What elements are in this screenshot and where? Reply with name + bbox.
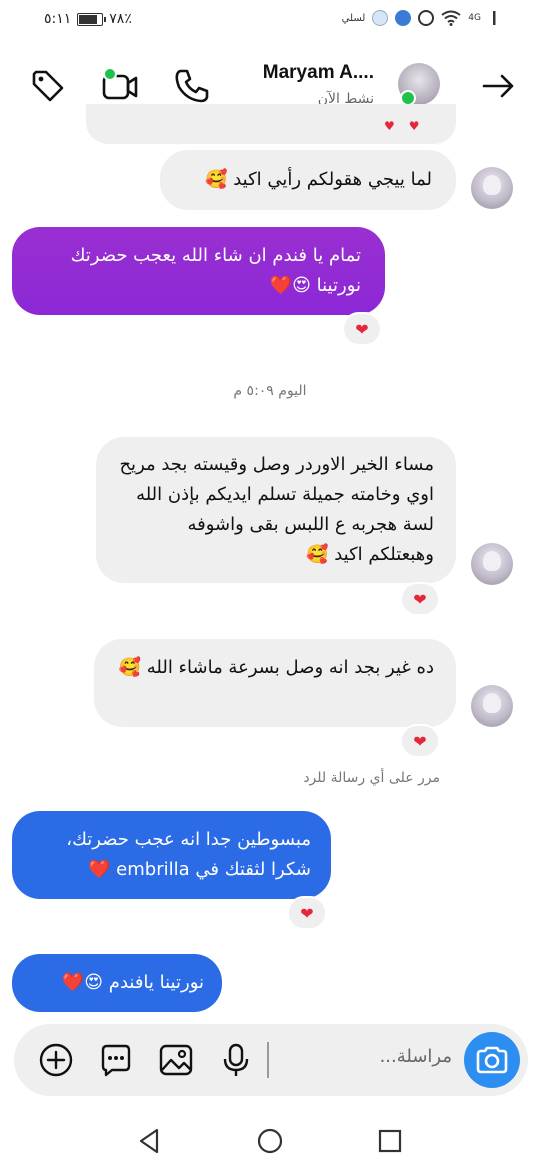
message-emoji: 🥰 (205, 169, 228, 190)
camera-button[interactable] (464, 1032, 520, 1088)
reaction-heart[interactable]: ❤ (342, 312, 382, 346)
notification-icon (372, 10, 389, 26)
message-text: لما ييجي هقولكم رأيي اكيد (233, 169, 432, 190)
add-icon[interactable] (38, 1042, 74, 1078)
reaction-value: ❤ (300, 903, 314, 923)
message-emoji: 😍❤️ (269, 275, 311, 296)
status-left: ٥:١١ ٧٨٪ (44, 11, 132, 27)
nav-home-icon[interactable] (255, 1126, 285, 1156)
date-separator: اليوم ٥:٠٩ م (233, 383, 307, 399)
reaction-value: ❤ (413, 731, 427, 751)
chat-bubble-icon[interactable] (98, 1042, 134, 1078)
message-emoji: 😍❤️ (61, 972, 104, 993)
message-bubble-outgoing[interactable]: مبسوطين جدا انه عجب حضرتك، شكرا لثقتك في… (12, 811, 331, 899)
phone-icon[interactable] (172, 66, 212, 106)
app-notification-icon (395, 10, 412, 26)
wifi-icon (441, 10, 461, 26)
message-emoji: 🥰 (118, 657, 141, 678)
sender-avatar[interactable] (471, 685, 513, 727)
message-emoji: 🥰 (306, 544, 329, 565)
message-text: مساء الخير الاوردر وصل وقيسته بجد مريح ا… (119, 454, 434, 565)
sender-avatar[interactable] (471, 543, 513, 585)
system-nav-bar (0, 1110, 540, 1170)
carrier-label: لسلي (341, 12, 366, 24)
video-call-icon[interactable] (100, 66, 140, 106)
whatsapp-icon (418, 10, 435, 26)
message-bubble-outgoing[interactable]: تمام يا فندم ان شاء الله يعجب حضرتك نورت… (12, 227, 385, 315)
battery-icon (77, 12, 107, 26)
nav-back-icon[interactable] (135, 1126, 165, 1156)
gallery-icon[interactable] (158, 1042, 194, 1078)
message-text: نورتينا يافندم (108, 972, 204, 993)
reaction-heart[interactable]: ❤ (400, 724, 440, 758)
tag-icon[interactable] (28, 66, 68, 106)
sender-avatar[interactable] (471, 167, 513, 209)
microphone-icon[interactable] (218, 1042, 254, 1078)
reaction-value: ❤ (355, 319, 369, 339)
reaction-heart[interactable]: ❤ (287, 896, 327, 930)
network-label: 4G (468, 13, 481, 23)
back-arrow-icon[interactable] (478, 66, 518, 106)
message-composer: مراسلة... (14, 1024, 528, 1096)
status-time: ٥:١١ (44, 11, 72, 27)
status-right: لسلي 4G (342, 10, 496, 26)
message-text: ده غير بجد انه وصل بسرعة ماشاء الله (146, 657, 434, 678)
message-input[interactable]: مراسلة... (380, 1046, 452, 1067)
status-bar: ٥:١١ ٧٨٪ لسلي 4G (0, 0, 540, 40)
reaction-value: ❤ (413, 589, 427, 609)
message-bubble-incoming[interactable]: مساء الخير الاوردر وصل وقيسته بجد مريح ا… (96, 437, 456, 583)
reply-hint: مرر على أي رسالة للرد (303, 770, 440, 786)
message-text: تمام يا فندم ان شاء الله يعجب حضرتك نورت… (70, 245, 361, 296)
battery-text: ٧٨٪ (109, 11, 132, 27)
composer-divider (267, 1042, 269, 1078)
message-bubble-outgoing[interactable]: نورتينا يافندم 😍❤️ (12, 954, 222, 1012)
nav-recents-icon[interactable] (375, 1126, 405, 1156)
message-bubble-incoming[interactable]: ده غير بجد انه وصل بسرعة ماشاء الله 🥰 (94, 639, 456, 727)
partial-reaction-hearts: ♥♥ (384, 119, 434, 133)
message-bubble-incoming[interactable]: لما ييجي هقولكم رأيي اكيد 🥰 (160, 150, 456, 210)
camera-icon (476, 1046, 508, 1074)
reaction-heart[interactable]: ❤ (400, 582, 440, 616)
contact-name[interactable]: Maryam A.... (263, 62, 374, 84)
message-emoji: ❤️ (88, 859, 111, 880)
signal-icon (493, 11, 496, 25)
